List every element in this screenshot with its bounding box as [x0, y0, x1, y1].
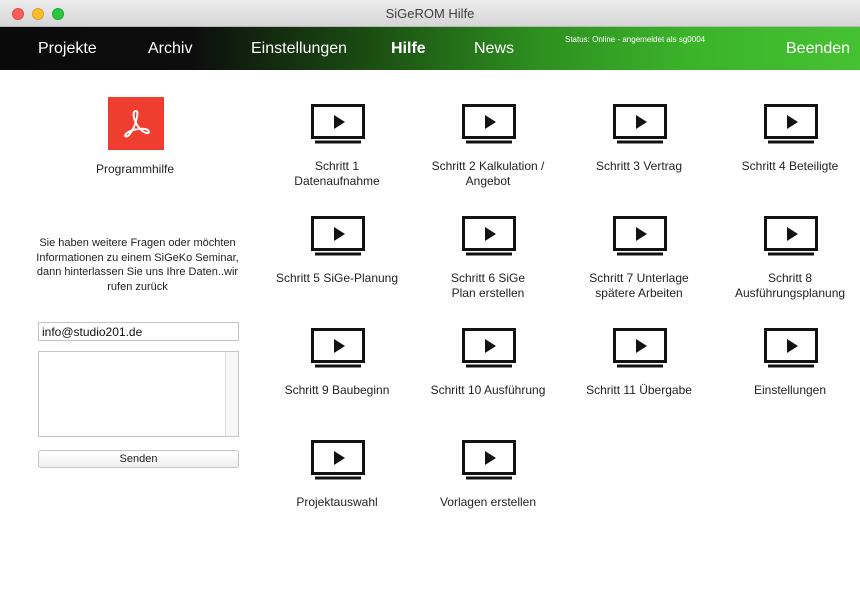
video-title-line: Projektauswahl — [296, 495, 378, 509]
video-tile[interactable]: Schritt 3 Vertrag — [564, 70, 714, 173]
video-title-line: Schritt 8 — [767, 271, 812, 285]
video-tile[interactable]: Schritt 10 Ausführung — [413, 294, 563, 397]
video-title: Schritt 4 Beteiligte — [715, 159, 860, 174]
nav-hilfe[interactable]: Hilfe — [391, 40, 426, 58]
video-tile[interactable]: Einstellungen — [715, 294, 860, 397]
video-title: Schritt 10 Ausführung — [413, 383, 563, 398]
video-play-icon[interactable] — [311, 216, 365, 256]
video-play-icon[interactable] — [613, 104, 667, 144]
video-title: Einstellungen — [715, 383, 860, 398]
close-window-button[interactable] — [12, 8, 24, 20]
video-play-icon[interactable] — [764, 216, 818, 256]
video-title: Schritt 3 Vertrag — [564, 159, 714, 174]
minimize-window-button[interactable] — [32, 8, 44, 20]
video-play-icon[interactable] — [613, 216, 667, 256]
video-play-icon[interactable] — [311, 104, 365, 144]
video-title-line: Schritt 6 SiGe — [450, 271, 526, 285]
window-title: SiGeROM Hilfe — [385, 5, 475, 21]
video-title: Vorlagen erstellen — [413, 495, 563, 510]
status-text: Status: Online - angemeldet als sg0004 — [565, 35, 706, 44]
video-tile[interactable]: Schritt 8 Ausführungsplanung — [715, 182, 860, 300]
contact-info-text: Sie haben weitere Fragen oder möchten In… — [36, 237, 239, 293]
video-title-line: Schritt 7 Unterlage — [589, 271, 689, 285]
video-title: Schritt 5 SiGe-Planung — [262, 271, 412, 286]
video-title: Schritt 9 Baubeginn — [262, 383, 412, 398]
video-tile[interactable]: Schritt 6 SiGe Plan erstellen — [413, 182, 563, 300]
video-tile[interactable]: Schritt 1 Datenaufnahme — [262, 70, 412, 188]
video-title: Schritt 11 Übergabe — [564, 383, 714, 398]
nav-einstellungen[interactable]: Einstellungen — [251, 40, 347, 58]
video-tile[interactable]: Projektauswahl — [262, 406, 412, 509]
video-title-line: Schritt 3 Vertrag — [595, 159, 683, 173]
message-scrollbar[interactable] — [225, 352, 238, 436]
maximize-window-button[interactable] — [52, 8, 64, 20]
nav-archiv[interactable]: Archiv — [148, 40, 192, 58]
video-title-line: Schritt 5 SiGe-Planung — [275, 271, 399, 285]
message-textarea[interactable] — [38, 351, 239, 437]
video-title-line: Einstellungen — [753, 383, 827, 397]
video-title-line: Schritt 1 — [314, 159, 359, 173]
video-play-icon[interactable] — [764, 104, 818, 144]
video-tile[interactable]: Schritt 11 Übergabe — [564, 294, 714, 397]
main-navbar: Projekte Archiv Einstellungen Hilfe News… — [0, 27, 860, 70]
video-play-icon[interactable] — [764, 328, 818, 368]
video-title-line: Schritt 10 Ausführung — [430, 383, 546, 397]
help-sidebar: Programmhilfe Sie haben weitere Fragen o… — [0, 70, 275, 615]
video-title-line: Vorlagen erstellen — [439, 495, 537, 509]
email-field[interactable] — [38, 322, 239, 341]
tutorial-video-grid: Schritt 1 Datenaufnahme Schritt 2 Kalkulat… — [262, 70, 860, 615]
video-title: Projektauswahl — [262, 495, 412, 510]
video-tile[interactable]: Schritt 5 SiGe-Planung — [262, 182, 412, 285]
video-title-line: Schritt 9 Baubeginn — [284, 383, 390, 397]
send-button[interactable]: Senden — [38, 450, 239, 468]
video-title-line: Schritt 4 Beteiligte — [741, 159, 839, 173]
video-play-icon[interactable] — [462, 328, 516, 368]
video-play-icon[interactable] — [311, 440, 365, 480]
video-tile[interactable]: Schritt 4 Beteiligte — [715, 70, 860, 173]
program-help-label[interactable]: Programmhilfe — [70, 162, 200, 176]
pdf-icon[interactable] — [108, 97, 164, 150]
video-tile[interactable]: Schritt 7 Unterlage spätere Arbeiten — [564, 182, 714, 300]
video-tile[interactable]: Vorlagen erstellen — [413, 406, 563, 509]
window-controls — [12, 8, 64, 20]
nav-projekte[interactable]: Projekte — [38, 40, 97, 58]
video-play-icon[interactable] — [311, 328, 365, 368]
window-titlebar: SiGeROM Hilfe — [0, 0, 860, 27]
quit-button[interactable]: Beenden — [786, 40, 850, 58]
video-title-line: Schritt 11 Übergabe — [586, 383, 692, 397]
nav-news[interactable]: News — [474, 40, 514, 58]
video-tile[interactable]: Schritt 2 Kalkulation / Angebot — [413, 70, 563, 188]
video-title-line: Schritt 2 Kalkulation / — [431, 159, 545, 173]
video-play-icon[interactable] — [462, 440, 516, 480]
video-play-icon[interactable] — [462, 104, 516, 144]
video-play-icon[interactable] — [613, 328, 667, 368]
video-tile[interactable]: Schritt 9 Baubeginn — [262, 294, 412, 397]
video-play-icon[interactable] — [462, 216, 516, 256]
